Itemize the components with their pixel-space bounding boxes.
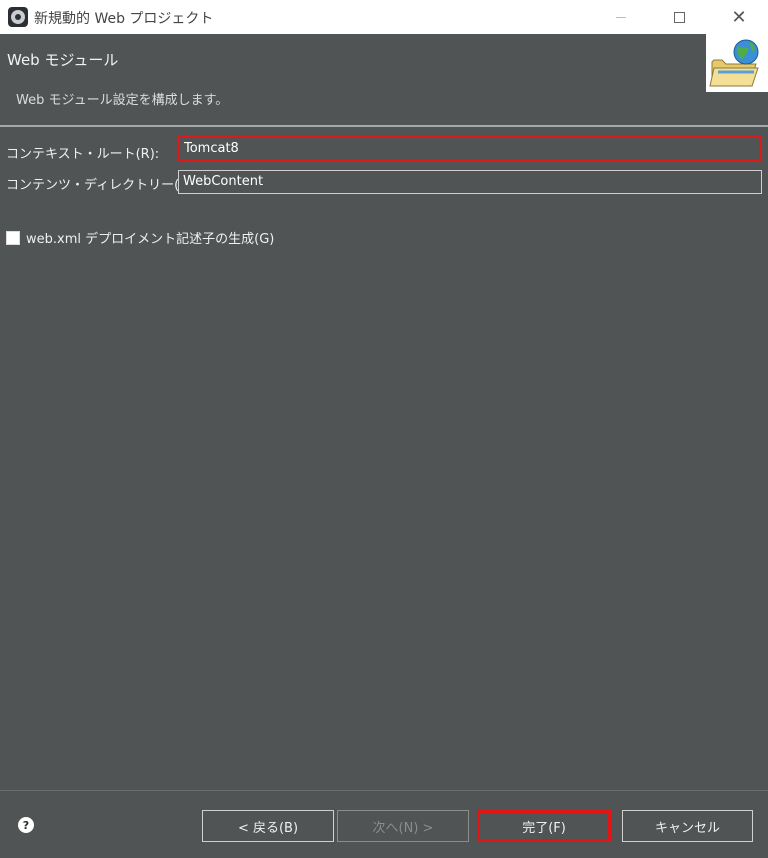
maximize-button[interactable] [656, 0, 702, 34]
folder-globe-icon [706, 34, 768, 92]
content-directory-input[interactable]: WebContent [178, 170, 762, 194]
next-button[interactable]: 次へ(N) > [337, 810, 469, 842]
content-directory-label: コンテンツ・ディレクトリー(D): [6, 178, 199, 193]
close-icon: ✕ [731, 6, 747, 28]
web-xml-checkbox[interactable] [6, 230, 20, 245]
minimize-icon [616, 16, 626, 18]
close-button[interactable]: ✕ [716, 0, 762, 34]
banner-divider [0, 125, 768, 127]
wizard-banner: Web モジュール Web モジュール設定を構成します。 [0, 34, 768, 124]
footer-divider [0, 790, 768, 791]
context-root-label: コンテキスト・ルート(R): [6, 147, 160, 162]
web-xml-checkbox-label: web.xml デプロイメント記述子の生成(G) [26, 232, 275, 247]
page-description: Web モジュール設定を構成します。 [16, 93, 229, 108]
title-bar: 新規動的 Web プロジェクト ✕ [0, 0, 768, 34]
window-title: 新規動的 Web プロジェクト [34, 11, 214, 27]
page-title: Web モジュール [7, 51, 119, 69]
context-root-input[interactable]: Tomcat8 [178, 136, 762, 162]
help-icon[interactable]: ? [18, 817, 34, 833]
cancel-button[interactable]: キャンセル [622, 810, 753, 842]
minimize-button[interactable] [598, 0, 644, 34]
app-icon [8, 7, 28, 27]
finish-button[interactable]: 完了(F) [477, 810, 611, 842]
maximize-icon [673, 11, 685, 23]
web-xml-option[interactable]: web.xml デプロイメント記述子の生成(G) [6, 228, 274, 247]
back-button[interactable]: < 戻る(B) [202, 810, 334, 842]
